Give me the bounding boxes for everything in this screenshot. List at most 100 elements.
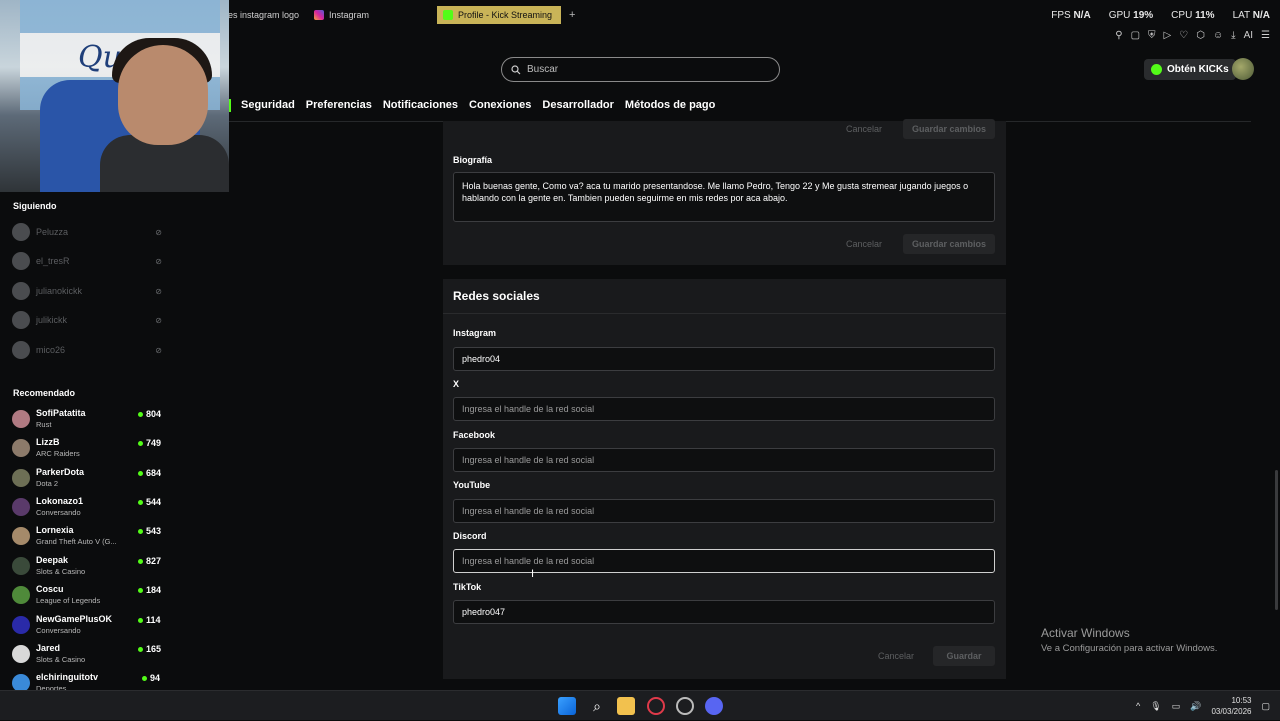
following-item[interactable]: julianokickk ⊘ [12,281,162,301]
offline-icon: ⊘ [155,256,162,266]
live-dot-icon [138,587,143,593]
cpu-stat: CPU 11% [1171,10,1215,21]
recommended-item[interactable]: Coscu League of Legends 184 [12,582,161,608]
screenshot-icon[interactable]: ▢ [1131,30,1140,41]
download-icon[interactable]: ⤓ [1231,30,1235,41]
settings-nav: Seguridad Preferencias Notificaciones Co… [229,99,715,113]
cancel-button[interactable]: Cancelar [878,646,914,666]
extensions-icon[interactable]: ⬡ [1196,30,1205,41]
volume-icon[interactable]: 🔊 [1190,701,1201,712]
avatar [12,469,30,487]
shield-icon[interactable]: ⛨ [1148,30,1156,41]
kick-coin-icon [1151,64,1162,75]
live-dot-icon [138,411,143,417]
search-placeholder: Buscar [527,64,559,75]
network-icon[interactable]: ▭ [1172,701,1181,712]
following-item[interactable]: Peluzza ⊘ [12,222,162,242]
notification-icon[interactable]: ▢ [1261,701,1270,712]
x-label: X [453,379,460,389]
tab-connections[interactable]: Conexiones [469,99,531,113]
youtube-field[interactable]: Ingresa el handle de la red social [453,499,995,523]
youtube-label: YouTube [453,480,491,490]
save-button[interactable]: Guardar [933,646,995,666]
section-title: Redes sociales [453,289,540,303]
tab-preferences[interactable]: Preferencias [306,99,372,113]
search-input[interactable]: Buscar [501,57,780,82]
social-networks-card: Redes sociales Instagram phedro04 X Ingr… [443,279,1006,679]
avatar [12,311,30,329]
following-item[interactable]: el_tresR ⊘ [12,251,162,271]
file-explorer-icon[interactable] [617,697,635,715]
search-icon [511,64,521,74]
play-icon[interactable]: ▷ [1164,30,1172,41]
following-heading: Siguiendo [13,201,57,211]
profile-icon[interactable]: ☺ [1213,30,1223,41]
tab-notifications[interactable]: Notificaciones [383,99,458,113]
microphone-icon[interactable]: 🎙 [1150,701,1161,712]
clock[interactable]: 10:53 03/03/2026 [1211,695,1251,717]
recommended-item[interactable]: LizzB ARC Raiders 749 [12,435,161,461]
search-icon[interactable]: ⌕ [588,697,606,715]
browser-tab[interactable]: Instagram [308,6,375,24]
recommended-heading: Recomendado [13,388,76,398]
recommended-item[interactable]: Lokonazo1 Conversando 544 [12,494,161,520]
scrollbar[interactable] [1275,470,1278,610]
cancel-button[interactable]: Cancelar [846,119,882,139]
biography-card: Cancelar Guardar cambios Biografía Hola … [443,119,1006,265]
browser-toolbar-icons: ⚲ ▢ ⛨ ▷ ♡ ⬡ ☺ ⤓ AI ☰ [1115,30,1270,41]
new-tab-button[interactable]: + [563,6,581,24]
instagram-label: Instagram [453,328,497,338]
recommended-item[interactable]: NewGamePlusOK Conversando 114 [12,612,161,638]
recommended-item[interactable]: ParkerDota Dota 2 684 [12,465,161,491]
pin-icon[interactable]: ⚲ [1115,30,1122,41]
following-item[interactable]: julikickk ⊘ [12,310,162,330]
tab-security[interactable]: Seguridad [241,99,295,113]
get-kicks-button[interactable]: Obtén KICKs [1144,59,1236,80]
windows-activation-watermark: Activar Windows Ve a Configuración para … [1041,626,1218,654]
tab-label: Instagram [329,10,370,20]
discord-label: Discord [453,531,487,541]
recommended-item[interactable]: Deepak Slots & Casino 827 [12,553,161,579]
recommended-item[interactable]: SofiPatatita Rust 804 [12,406,161,432]
save-changes-button[interactable]: Guardar cambios [903,119,995,139]
biography-label: Biografía [453,155,493,165]
user-avatar[interactable] [1232,58,1254,80]
facebook-field[interactable]: Ingresa el handle de la red social [453,448,995,472]
live-dot-icon [138,440,143,446]
save-changes-button[interactable]: Guardar cambios [903,234,995,254]
chevron-up-icon[interactable]: ^ [1136,701,1140,711]
browser-tab-active[interactable]: Profile - Kick Streaming [437,6,561,24]
windows-start-icon[interactable] [558,697,576,715]
avatar [12,527,30,545]
browser-tab[interactable]: es instagram logo [222,6,305,24]
ai-button[interactable]: AI [1244,30,1253,41]
discord-icon[interactable] [705,697,723,715]
taskbar: ⌕ ^ 🎙 ▭ 🔊 10:53 03/03/2026 ▢ [0,690,1280,720]
opera-gx-icon[interactable] [647,697,665,715]
menu-icon[interactable]: ☰ [1261,30,1270,41]
avatar [12,341,30,359]
tiktok-field[interactable]: phedro047 [453,600,995,624]
instagram-icon [314,10,324,20]
tab-developer[interactable]: Desarrollador [542,99,614,113]
following-item[interactable]: mico26 ⊘ [12,340,162,360]
instagram-field[interactable]: phedro04 [453,347,995,371]
get-kicks-label: Obtén KICKs [1167,64,1229,75]
cancel-button[interactable]: Cancelar [846,234,882,254]
tab-payment-methods[interactable]: Métodos de pago [625,99,715,113]
avatar [12,557,30,575]
gpu-stat: GPU 19% [1108,10,1154,21]
avatar [12,616,30,634]
live-dot-icon [138,646,143,652]
recommended-item[interactable]: Jared Slots & Casino 165 [12,641,161,667]
avatar [12,586,30,604]
divider [443,313,1006,314]
heart-icon[interactable]: ♡ [1179,30,1188,41]
avatar [12,252,30,270]
x-field[interactable]: Ingresa el handle de la red social [453,397,995,421]
settings-gear-icon[interactable] [676,697,694,715]
recommended-item[interactable]: Lornexia Grand Theft Auto V (G... 543 [12,523,161,549]
discord-field[interactable]: Ingresa el handle de la red social [453,549,995,573]
biography-textarea[interactable]: Hola buenas gente, Como va? aca tu marid… [453,172,995,222]
webcam-feed: Quil [0,0,229,192]
